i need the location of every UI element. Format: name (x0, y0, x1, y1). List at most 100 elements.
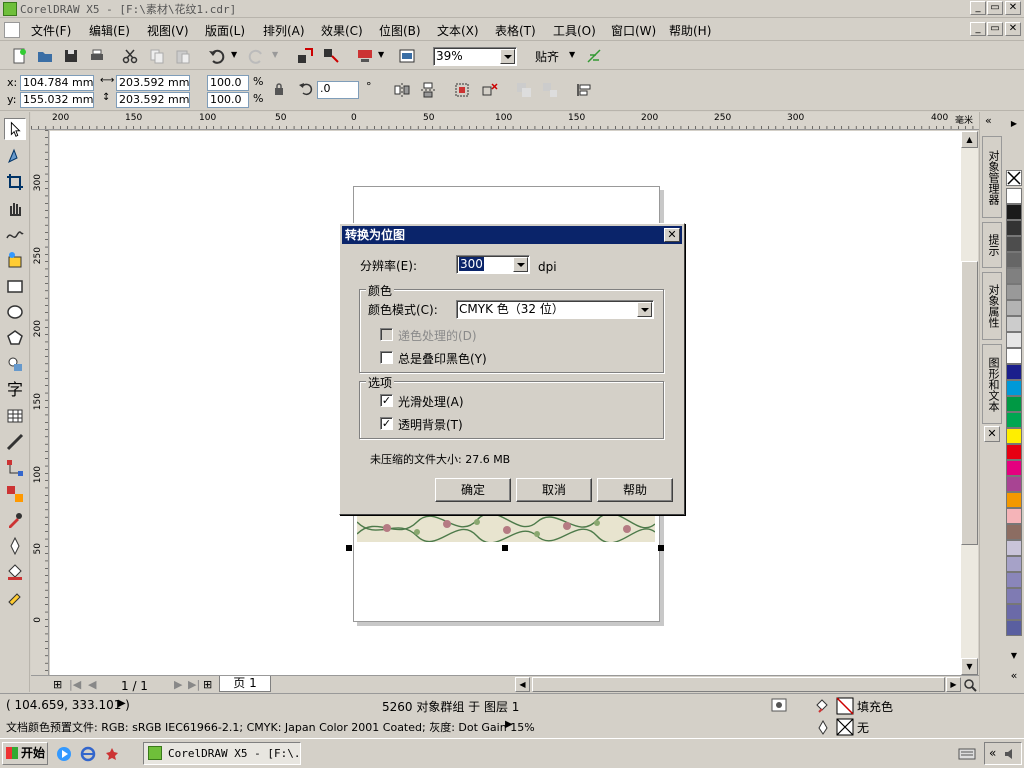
document-icon[interactable] (4, 22, 20, 38)
launcher-dropdown-icon[interactable]: ▼ (378, 50, 384, 59)
doc-restore-button[interactable]: ▭ (987, 22, 1003, 36)
quick-launch-app-icon[interactable] (104, 746, 120, 762)
x-position-input[interactable]: 104.784 mm (20, 75, 94, 91)
cut-icon[interactable] (121, 47, 139, 65)
floral-pattern-group[interactable] (357, 514, 655, 542)
menu-edit[interactable]: 编辑(E) (89, 22, 130, 39)
tray-expand-icon[interactable]: « (989, 746, 996, 760)
welcome-screen-icon[interactable] (398, 47, 416, 65)
import-icon[interactable] (296, 47, 314, 65)
docker-tab-graphic-and-text[interactable]: 图形和文本 (982, 344, 1002, 424)
selection-handle-bottom-center[interactable] (502, 545, 508, 551)
doc-close-button[interactable]: ✕ (1005, 22, 1021, 36)
palette-scroll-up-icon[interactable]: ▶ (1006, 116, 1022, 132)
undo-icon[interactable] (207, 47, 225, 65)
save-icon[interactable] (62, 47, 80, 65)
lock-ratio-icon[interactable] (272, 82, 286, 96)
docker-tab-object-manager[interactable]: 对象管理器 (982, 136, 1002, 218)
align-distribute-icon[interactable] (575, 81, 593, 99)
height-input[interactable]: 203.592 mm (116, 92, 190, 108)
scroll-right-button[interactable]: ▶ (946, 677, 961, 692)
restore-button[interactable]: ▭ (987, 1, 1003, 15)
open-folder-icon[interactable] (36, 47, 54, 65)
fill-color-none-swatch[interactable] (836, 697, 854, 715)
scale-height-input[interactable]: 100.0 (207, 92, 249, 108)
add-page-after-icon[interactable]: ⊞ (203, 678, 212, 691)
color-swatch[interactable] (1006, 588, 1022, 604)
export-icon[interactable] (322, 47, 340, 65)
color-swatch[interactable] (1006, 332, 1022, 348)
resolution-dropdown-icon[interactable] (513, 257, 528, 272)
color-swatch[interactable] (1006, 540, 1022, 556)
dialog-close-button[interactable]: ✕ (664, 228, 680, 242)
crop-tool-icon[interactable] (4, 171, 26, 193)
menu-table[interactable]: 表格(T) (495, 22, 536, 39)
color-swatch[interactable] (1006, 476, 1022, 492)
color-swatch[interactable] (1006, 508, 1022, 524)
outline-none-swatch[interactable] (836, 718, 854, 736)
break-apart-icon[interactable] (541, 81, 559, 99)
media-player-icon[interactable] (56, 746, 72, 762)
zoom-level-select[interactable]: 39% (433, 47, 517, 66)
redo-icon[interactable] (248, 47, 266, 65)
zoom-navigator-icon[interactable] (962, 677, 978, 693)
dialog-title-bar[interactable]: 转换为位图 ✕ (342, 226, 682, 244)
add-page-before-icon[interactable]: ⊞ (53, 678, 62, 691)
redo-dropdown-icon[interactable]: ▼ (272, 50, 278, 59)
color-swatch[interactable] (1006, 268, 1022, 284)
menu-view[interactable]: 视图(V) (147, 22, 189, 39)
table-tool-icon[interactable] (4, 405, 26, 427)
transparent-background-checkbox[interactable]: ✓ (380, 417, 393, 430)
start-button[interactable]: 开始 (2, 742, 48, 765)
doc-minimize-button[interactable]: _ (970, 22, 986, 36)
snap-dropdown-icon[interactable]: ▼ (569, 50, 575, 59)
combine-icon[interactable] (515, 81, 533, 99)
text-tool-icon[interactable]: 字 (4, 379, 26, 401)
paste-icon[interactable] (174, 47, 192, 65)
docker-close-icon[interactable]: ✕ (984, 426, 1000, 442)
color-swatch[interactable] (1006, 348, 1022, 364)
color-swatch[interactable] (1006, 364, 1022, 380)
rectangle-tool-icon[interactable] (4, 275, 26, 297)
polygon-tool-icon[interactable] (4, 327, 26, 349)
blend-tool-icon[interactable] (4, 483, 26, 505)
color-swatch[interactable] (1006, 188, 1022, 204)
options-icon[interactable] (585, 47, 603, 65)
close-button[interactable]: ✕ (1005, 1, 1021, 15)
internet-explorer-icon[interactable] (80, 746, 96, 762)
color-swatch[interactable] (1006, 236, 1022, 252)
outline-pen-icon[interactable] (816, 719, 830, 735)
color-profile-arrow-icon[interactable]: ▶ (505, 719, 513, 730)
collapse-dockers-icon[interactable]: « (985, 114, 992, 127)
basic-shapes-icon[interactable] (4, 353, 26, 375)
vertical-scroll-thumb[interactable] (961, 261, 978, 545)
zoom-dropdown-icon[interactable] (500, 49, 515, 64)
last-page-icon[interactable]: ▶| (188, 678, 200, 691)
first-page-icon[interactable]: |◀ (69, 678, 81, 691)
outline-pen-icon[interactable] (4, 535, 26, 557)
color-swatch[interactable] (1006, 460, 1022, 476)
ungroup-all-icon[interactable] (481, 81, 499, 99)
scale-width-input[interactable]: 100.0 (207, 75, 249, 91)
color-swatch[interactable] (1006, 380, 1022, 396)
menu-text[interactable]: 文本(X) (437, 22, 479, 39)
docker-tab-object-properties[interactable]: 对象属性 (982, 272, 1002, 340)
cancel-button[interactable]: 取消 (516, 478, 592, 502)
snap-to-label[interactable]: 贴齐 (535, 48, 559, 65)
vertical-ruler[interactable]: 300 250 200 150 100 50 0 (31, 130, 49, 675)
print-icon[interactable] (88, 47, 106, 65)
minimize-button[interactable]: _ (970, 1, 986, 15)
new-document-icon[interactable] (10, 47, 28, 65)
color-mode-dropdown-icon[interactable] (637, 302, 652, 317)
horizontal-ruler[interactable]: 200 150 100 50 0 50 100 150 200 250 300 … (31, 112, 979, 130)
dither-checkbox[interactable] (380, 328, 393, 341)
color-swatch[interactable] (1006, 524, 1022, 540)
width-input[interactable]: 203.592 mm (116, 75, 190, 91)
pick-tool[interactable] (4, 118, 26, 140)
fill-bucket-icon[interactable] (4, 561, 26, 583)
color-swatch[interactable] (1006, 620, 1022, 636)
status-arrow-icon[interactable]: ▶ (118, 698, 126, 709)
menu-arrange[interactable]: 排列(A) (263, 22, 305, 39)
resolution-select[interactable]: 300 (456, 255, 530, 274)
color-swatch[interactable] (1006, 316, 1022, 332)
